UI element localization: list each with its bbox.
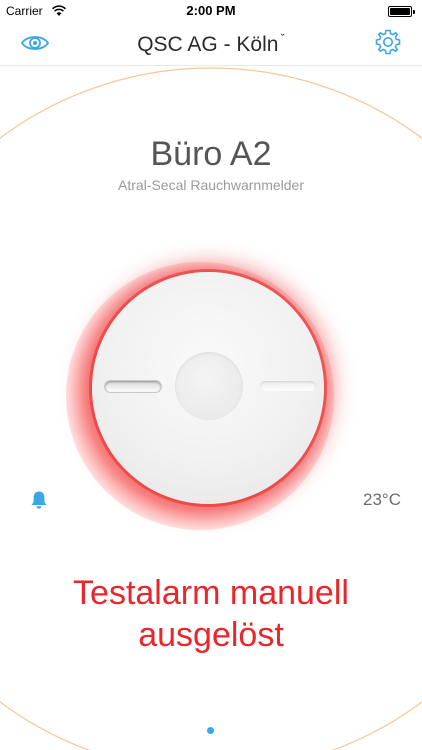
detector-slot-right (260, 381, 316, 391)
nav-bar: QSC AG - Köln ˇ (0, 22, 422, 66)
detector-slot-left (104, 380, 162, 393)
page-indicator-dot (207, 727, 214, 734)
gear-icon[interactable] (374, 28, 402, 56)
clock: 2:00 PM (186, 3, 236, 18)
status-bar: Carrier 2:00 PM (0, 0, 422, 22)
chevron-down-icon: ˇ (280, 31, 285, 46)
detector-test-button (175, 352, 243, 420)
temperature-value: 23°C (363, 490, 401, 509)
location-selector[interactable]: QSC AG - Köln ˇ (0, 31, 422, 57)
device-type: Atral-Secal Rauchwarnmelder (118, 177, 304, 193)
battery-icon (388, 6, 415, 17)
location-title: QSC AG - Köln (137, 33, 279, 56)
alarm-status-message: Testalarm manuell ausgelöst (73, 574, 349, 654)
room-name: Büro A2 (150, 135, 272, 173)
bell-icon[interactable] (30, 490, 48, 510)
